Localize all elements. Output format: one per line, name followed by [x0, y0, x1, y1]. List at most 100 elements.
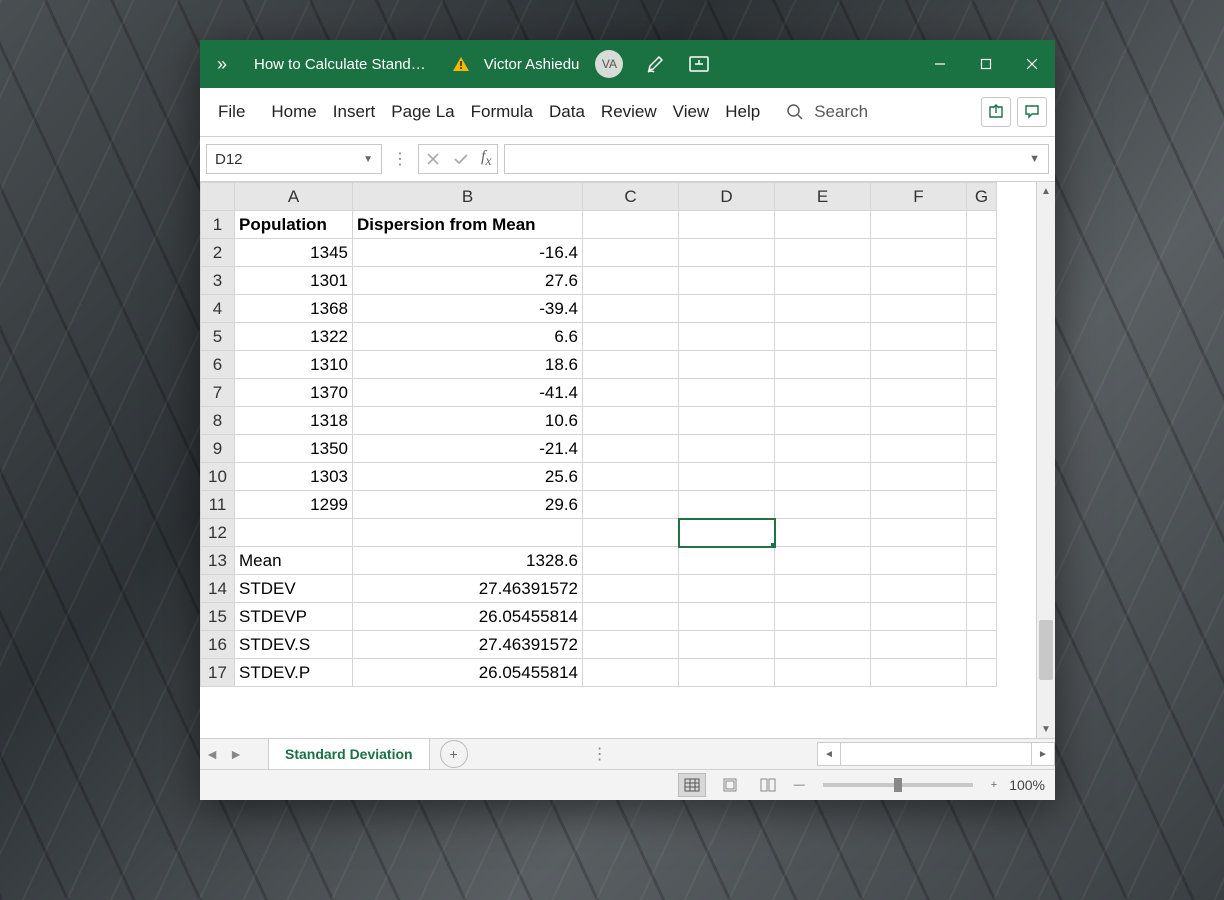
row-header-13[interactable]: 13: [201, 547, 235, 575]
row-header-12[interactable]: 12: [201, 519, 235, 547]
cell-F13[interactable]: [871, 547, 967, 575]
cell-F11[interactable]: [871, 491, 967, 519]
cell-D7[interactable]: [679, 379, 775, 407]
cell-F7[interactable]: [871, 379, 967, 407]
row-header-1[interactable]: 1: [201, 211, 235, 239]
titlebar-overflow-button[interactable]: »: [200, 54, 246, 75]
cell-G16[interactable]: [967, 631, 997, 659]
cell-E15[interactable]: [775, 603, 871, 631]
share-button[interactable]: [981, 97, 1011, 127]
cell-A4[interactable]: 1368: [235, 295, 353, 323]
row-header-4[interactable]: 4: [201, 295, 235, 323]
tab-insert[interactable]: Insert: [325, 88, 384, 136]
horizontal-scrollbar[interactable]: ◄ ►: [817, 739, 1055, 769]
row-header-9[interactable]: 9: [201, 435, 235, 463]
cell-A2[interactable]: 1345: [235, 239, 353, 267]
cell-G2[interactable]: [967, 239, 997, 267]
vertical-scrollbar[interactable]: ▲ ▼: [1036, 182, 1055, 738]
row-header-15[interactable]: 15: [201, 603, 235, 631]
tab-file[interactable]: File: [200, 88, 263, 136]
user-avatar[interactable]: VA: [595, 50, 623, 78]
hscroll-right[interactable]: ►: [1031, 742, 1055, 766]
row-header-16[interactable]: 16: [201, 631, 235, 659]
pen-icon[interactable]: [633, 40, 677, 88]
cell-B15[interactable]: 26.05455814: [353, 603, 583, 631]
cell-E13[interactable]: [775, 547, 871, 575]
cell-E4[interactable]: [775, 295, 871, 323]
cell-C4[interactable]: [583, 295, 679, 323]
cell-G6[interactable]: [967, 351, 997, 379]
scroll-thumb[interactable]: [1039, 620, 1053, 680]
cell-E17[interactable]: [775, 659, 871, 687]
row-header-6[interactable]: 6: [201, 351, 235, 379]
formula-bar-options[interactable]: ⋮: [388, 149, 412, 169]
cell-E11[interactable]: [775, 491, 871, 519]
cell-C8[interactable]: [583, 407, 679, 435]
cell-E6[interactable]: [775, 351, 871, 379]
cell-C5[interactable]: [583, 323, 679, 351]
name-box[interactable]: D12 ▼: [206, 144, 382, 174]
scroll-track[interactable]: [1037, 200, 1055, 720]
cell-C14[interactable]: [583, 575, 679, 603]
zoom-level[interactable]: 100%: [1009, 777, 1045, 793]
grid[interactable]: ABCDEFG1PopulationDispersion from Mean21…: [200, 182, 1036, 738]
cell-C16[interactable]: [583, 631, 679, 659]
zoom-out-button[interactable]: —: [792, 779, 807, 791]
row-header-3[interactable]: 3: [201, 267, 235, 295]
cell-E8[interactable]: [775, 407, 871, 435]
cell-A14[interactable]: STDEV: [235, 575, 353, 603]
cell-A10[interactable]: 1303: [235, 463, 353, 491]
formula-input[interactable]: ▼: [504, 144, 1049, 174]
cell-E12[interactable]: [775, 519, 871, 547]
cell-F15[interactable]: [871, 603, 967, 631]
cell-A16[interactable]: STDEV.S: [235, 631, 353, 659]
tabs-options[interactable]: ⋮: [588, 744, 612, 764]
cell-C12[interactable]: [583, 519, 679, 547]
cell-C7[interactable]: [583, 379, 679, 407]
cell-F1[interactable]: [871, 211, 967, 239]
cell-C13[interactable]: [583, 547, 679, 575]
sheet-tab-active[interactable]: Standard Deviation: [268, 738, 430, 771]
cell-A1[interactable]: Population: [235, 211, 353, 239]
tab-nav-next[interactable]: ►: [224, 746, 248, 762]
cell-E14[interactable]: [775, 575, 871, 603]
cell-F2[interactable]: [871, 239, 967, 267]
cell-G10[interactable]: [967, 463, 997, 491]
cell-B3[interactable]: 27.6: [353, 267, 583, 295]
row-header-5[interactable]: 5: [201, 323, 235, 351]
maximize-button[interactable]: [963, 40, 1009, 88]
cell-D13[interactable]: [679, 547, 775, 575]
column-header-D[interactable]: D: [679, 183, 775, 211]
cell-E5[interactable]: [775, 323, 871, 351]
row-header-11[interactable]: 11: [201, 491, 235, 519]
cell-A13[interactable]: Mean: [235, 547, 353, 575]
cell-B7[interactable]: -41.4: [353, 379, 583, 407]
cell-E3[interactable]: [775, 267, 871, 295]
row-header-14[interactable]: 14: [201, 575, 235, 603]
cell-B8[interactable]: 10.6: [353, 407, 583, 435]
close-button[interactable]: [1009, 40, 1055, 88]
column-header-C[interactable]: C: [583, 183, 679, 211]
cell-B6[interactable]: 18.6: [353, 351, 583, 379]
cell-D14[interactable]: [679, 575, 775, 603]
cell-B1[interactable]: Dispersion from Mean: [353, 211, 583, 239]
comments-button[interactable]: [1017, 97, 1047, 127]
cell-G8[interactable]: [967, 407, 997, 435]
cell-D8[interactable]: [679, 407, 775, 435]
cell-B16[interactable]: 27.46391572: [353, 631, 583, 659]
zoom-slider[interactable]: [823, 783, 973, 787]
row-header-10[interactable]: 10: [201, 463, 235, 491]
cell-B11[interactable]: 29.6: [353, 491, 583, 519]
cell-B17[interactable]: 26.05455814: [353, 659, 583, 687]
cell-A11[interactable]: 1299: [235, 491, 353, 519]
cell-A9[interactable]: 1350: [235, 435, 353, 463]
tab-help[interactable]: Help: [717, 88, 768, 136]
enter-formula-button[interactable]: [447, 145, 475, 173]
cell-F5[interactable]: [871, 323, 967, 351]
cell-G12[interactable]: [967, 519, 997, 547]
cell-E7[interactable]: [775, 379, 871, 407]
cell-A6[interactable]: 1310: [235, 351, 353, 379]
cell-G11[interactable]: [967, 491, 997, 519]
tab-view[interactable]: View: [665, 88, 718, 136]
cell-D11[interactable]: [679, 491, 775, 519]
